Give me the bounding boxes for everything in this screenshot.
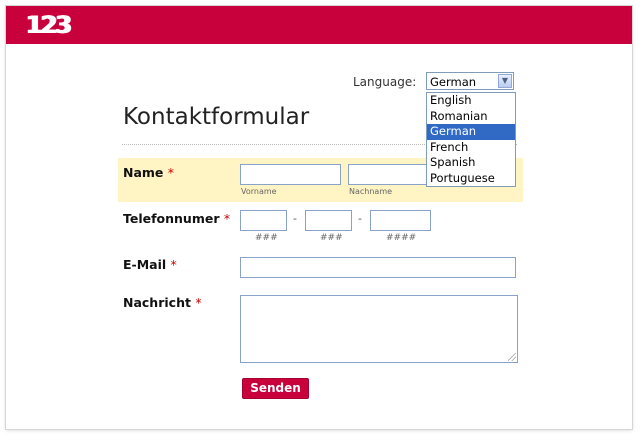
chevron-down-icon[interactable]: ▼ — [498, 74, 512, 88]
first-name-sublabel: Vorname — [241, 187, 277, 196]
language-label: Language: — [353, 75, 417, 89]
language-option-english[interactable]: English — [427, 93, 515, 109]
submit-button[interactable]: Senden — [242, 378, 309, 399]
language-dropdown-list: English Romanian German French Spanish P… — [426, 92, 516, 187]
language-option-french[interactable]: French — [427, 140, 515, 156]
email-input[interactable] — [240, 257, 516, 278]
phone-line-input[interactable] — [370, 210, 431, 231]
language-option-romanian[interactable]: Romanian — [427, 109, 515, 125]
brand-logo[interactable]: 123 — [26, 11, 72, 39]
phone-label-text: Telefonnumer — [123, 211, 220, 226]
form-page: 123 Language: German ▼ English Romanian … — [6, 6, 632, 429]
language-selected-value: German — [430, 75, 477, 89]
phone-area-mask: ### — [255, 233, 278, 243]
first-name-input[interactable] — [240, 164, 341, 185]
phone-separator: - — [358, 212, 362, 225]
name-label: Name * — [123, 165, 174, 180]
message-label: Nachricht * — [123, 295, 202, 310]
phone-label: Telefonnumer * — [123, 211, 230, 226]
language-option-spanish[interactable]: Spanish — [427, 155, 515, 171]
email-label: E-Mail * — [123, 257, 177, 272]
name-label-text: Name — [123, 165, 164, 180]
required-marker: * — [195, 295, 202, 310]
page-title: Kontaktformular — [123, 104, 310, 130]
phone-area-input[interactable] — [240, 210, 287, 231]
last-name-sublabel: Nachname — [349, 187, 393, 196]
phone-separator: - — [293, 212, 297, 225]
required-marker: * — [170, 257, 177, 272]
header-bar: 123 — [6, 6, 632, 44]
message-textarea[interactable] — [240, 295, 518, 363]
language-select[interactable]: German ▼ — [426, 72, 514, 90]
language-option-portuguese[interactable]: Portuguese — [427, 171, 515, 187]
language-option-german[interactable]: German — [427, 124, 515, 140]
required-marker: * — [223, 211, 231, 226]
phone-line-mask: #### — [386, 233, 417, 243]
required-marker: * — [167, 165, 175, 180]
phone-prefix-mask: ### — [320, 233, 343, 243]
email-label-text: E-Mail — [123, 257, 167, 272]
phone-prefix-input[interactable] — [305, 210, 352, 231]
message-label-text: Nachricht — [123, 295, 191, 310]
resize-grip-icon[interactable] — [508, 353, 516, 361]
